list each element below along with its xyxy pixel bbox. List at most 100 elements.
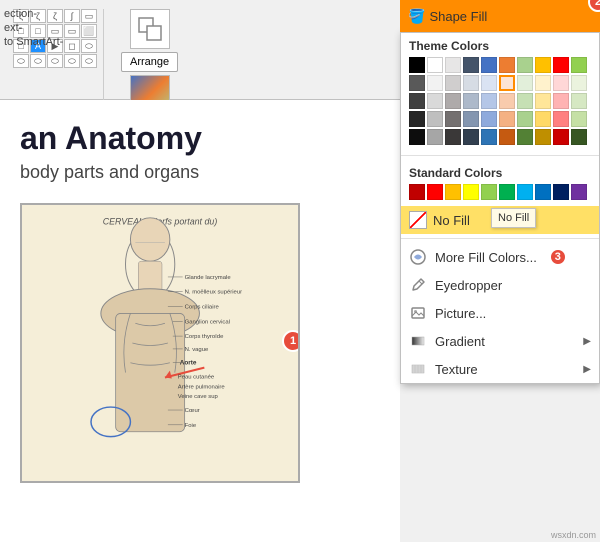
cs[interactable]: [409, 93, 425, 109]
cs[interactable]: [481, 75, 497, 91]
svg-text:Ganglion cervical: Ganglion cervical: [185, 319, 230, 325]
color-swatch-green[interactable]: [517, 57, 533, 73]
cs-selected[interactable]: [499, 75, 515, 91]
badge-1: 1: [282, 330, 300, 352]
eyedropper-item[interactable]: Eyedropper: [401, 271, 599, 299]
cs[interactable]: [481, 93, 497, 109]
color-swatch-lightgray[interactable]: [445, 57, 461, 73]
theme-colors-row-1: [409, 57, 591, 73]
cs[interactable]: [553, 93, 569, 109]
cs[interactable]: [499, 111, 515, 127]
color-swatch-orange[interactable]: [499, 57, 515, 73]
svg-text:Corps thyroïde: Corps thyroïde: [185, 334, 224, 340]
cs[interactable]: [535, 75, 551, 91]
color-swatch-gold[interactable]: [535, 57, 551, 73]
svg-text:Peau cutanée: Peau cutanée: [178, 374, 215, 380]
cs[interactable]: [427, 75, 443, 91]
cs[interactable]: [571, 75, 587, 91]
arrange-button[interactable]: Arrange: [121, 52, 178, 72]
cs[interactable]: [553, 111, 569, 127]
ribbon: ection- ext- to SmartArt- ζ ζ ζ ∫ ▭ □ □ …: [0, 0, 400, 100]
color-swatch-white[interactable]: [427, 57, 443, 73]
shape-fill-header[interactable]: 🪣 Shape Fill 2: [400, 0, 600, 32]
cs[interactable]: [445, 111, 461, 127]
no-fill-icon: [409, 211, 427, 229]
cs[interactable]: [499, 93, 515, 109]
shape-fill-button[interactable]: 🪣 Shape Fill: [408, 8, 592, 25]
cs[interactable]: [517, 93, 533, 109]
right-panel: 🪣 Shape Fill 2 Theme Colors: [400, 0, 600, 542]
std-color[interactable]: [499, 184, 515, 200]
more-colors-label: More Fill Colors...: [435, 250, 537, 265]
cs[interactable]: [571, 111, 587, 127]
color-swatch-navy[interactable]: [463, 57, 479, 73]
theme-colors-row-2: [409, 75, 591, 91]
picture-item[interactable]: Picture...: [401, 299, 599, 327]
svg-text:Aorte: Aorte: [180, 360, 197, 367]
cs[interactable]: [463, 75, 479, 91]
cs[interactable]: [571, 93, 587, 109]
theme-colors-row-3: [409, 93, 591, 109]
texture-arrow: ▶: [583, 364, 591, 375]
shape-icon[interactable]: ⬭: [13, 54, 29, 68]
std-color[interactable]: [571, 184, 587, 200]
color-swatch-black[interactable]: [409, 57, 425, 73]
texture-item[interactable]: Texture ▶: [401, 355, 599, 383]
std-color[interactable]: [445, 184, 461, 200]
std-color[interactable]: [553, 184, 569, 200]
cs[interactable]: [409, 75, 425, 91]
cs[interactable]: [553, 75, 569, 91]
color-swatch-red[interactable]: [553, 57, 569, 73]
std-color[interactable]: [409, 184, 425, 200]
cs[interactable]: [427, 93, 443, 109]
shape-icon[interactable]: ▭: [81, 9, 97, 23]
shape-icon[interactable]: ⬭: [30, 54, 46, 68]
cs[interactable]: [481, 111, 497, 127]
gradient-label: Gradient: [435, 334, 485, 349]
std-color[interactable]: [463, 184, 479, 200]
gradient-item[interactable]: Gradient ▶: [401, 327, 599, 355]
gradient-arrow: ▶: [583, 336, 591, 347]
std-color[interactable]: [535, 184, 551, 200]
std-color[interactable]: [481, 184, 497, 200]
cs[interactable]: [463, 93, 479, 109]
paint-bucket-icon: 🪣: [408, 8, 425, 25]
picture-icon: [409, 304, 427, 322]
cs[interactable]: [553, 129, 569, 145]
cs[interactable]: [517, 111, 533, 127]
shape-icon[interactable]: ⬭: [81, 54, 97, 68]
shape-icon[interactable]: ⬭: [64, 54, 80, 68]
color-swatch-lime[interactable]: [571, 57, 587, 73]
cs[interactable]: [445, 93, 461, 109]
more-fill-colors-item[interactable]: More Fill Colors... 3: [401, 243, 599, 271]
cs[interactable]: [517, 75, 533, 91]
cs[interactable]: [427, 111, 443, 127]
shape-icon[interactable]: ⬜: [81, 24, 97, 38]
cs[interactable]: [445, 129, 461, 145]
no-fill-label: No Fill: [433, 213, 470, 228]
cs[interactable]: [445, 75, 461, 91]
cs[interactable]: [571, 129, 587, 145]
cs[interactable]: [463, 111, 479, 127]
std-color[interactable]: [427, 184, 443, 200]
color-swatch-blue[interactable]: [481, 57, 497, 73]
svg-text:N. vague: N. vague: [185, 347, 209, 353]
cs[interactable]: [409, 111, 425, 127]
no-fill-row[interactable]: No Fill No Fill: [401, 206, 599, 234]
cs[interactable]: [499, 129, 515, 145]
cs[interactable]: [517, 129, 533, 145]
cs[interactable]: [535, 93, 551, 109]
section-label-1: ection-: [4, 8, 63, 20]
slide-area: an Anatomy body parts and organs CERVEAU…: [0, 100, 400, 542]
cs[interactable]: [463, 129, 479, 145]
cs[interactable]: [427, 129, 443, 145]
shape-icon[interactable]: ⬭: [47, 54, 63, 68]
anatomy-image[interactable]: CERVEAU (Nerfs portant du): [20, 203, 300, 483]
svg-text:Cœur: Cœur: [185, 408, 200, 414]
cs[interactable]: [481, 129, 497, 145]
std-color[interactable]: [517, 184, 533, 200]
cs[interactable]: [535, 111, 551, 127]
cs[interactable]: [409, 129, 425, 145]
shape-icon[interactable]: ⬭: [81, 39, 97, 53]
cs[interactable]: [535, 129, 551, 145]
